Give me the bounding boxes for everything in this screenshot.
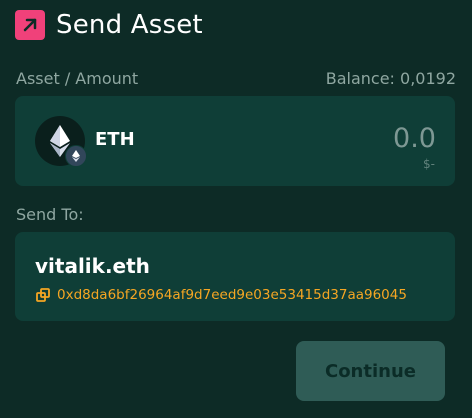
fiat-value: $- xyxy=(423,157,435,171)
recipient-address-row: 0xd8da6bf26964af9d7eed9e03e53415d37aa960… xyxy=(35,287,407,303)
asset-amount-card[interactable]: ETH 0.0 $- xyxy=(15,96,455,186)
asset-symbol: ETH xyxy=(95,129,135,150)
balance-label: Balance: 0,0192 xyxy=(325,69,456,88)
continue-button[interactable]: Continue xyxy=(296,341,445,401)
asset-amount-label: Asset / Amount xyxy=(16,69,139,88)
page-title: Send Asset xyxy=(56,10,203,40)
arrow-up-right-icon xyxy=(15,10,45,40)
asset-amount-row: Asset / Amount Balance: 0,0192 xyxy=(16,69,456,88)
amount-input[interactable]: 0.0 xyxy=(393,124,436,154)
recipient-name: vitalik.eth xyxy=(35,254,150,278)
recipient-address[interactable]: 0xd8da6bf26964af9d7eed9e03e53415d37aa960… xyxy=(57,287,407,303)
ethereum-network-icon xyxy=(65,145,87,167)
header: Send Asset xyxy=(15,10,203,40)
send-to-label: Send To: xyxy=(16,205,84,224)
recipient-card[interactable]: vitalik.eth 0xd8da6bf26964af9d7eed9e03e5… xyxy=(15,232,455,321)
copy-icon[interactable] xyxy=(35,287,51,303)
asset-selector[interactable] xyxy=(35,116,87,167)
